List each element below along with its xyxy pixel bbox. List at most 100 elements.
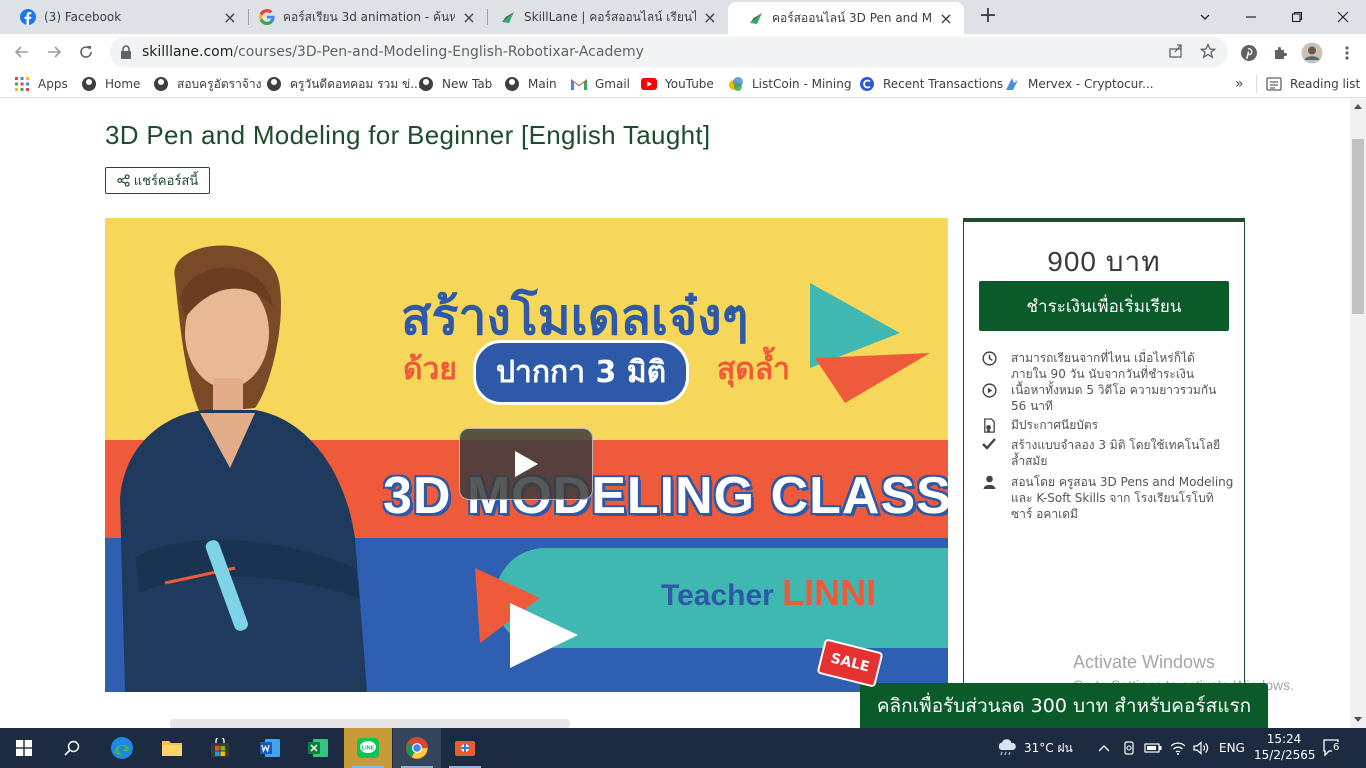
tab-skilllane[interactable]: SkillLane | คอร์สออนไลน์ เรียนได้ทุกที่ … <box>480 0 728 34</box>
taskbar-snipping-tool[interactable] <box>441 728 489 768</box>
close-tab-icon[interactable]: × <box>461 8 477 27</box>
url-path: /courses/3D-Pen-and-Modeling-English-Rob… <box>233 44 644 60</box>
page-scrollbar[interactable] <box>1350 99 1366 728</box>
browser-menu-icon[interactable] <box>1336 42 1358 64</box>
bookmark-listcoin[interactable]: ListCoin - Mining <box>728 75 851 93</box>
bookmark-home[interactable]: Home <box>81 75 140 93</box>
bookmark-label: สอบครูอัตราจ้าง <box>177 76 262 91</box>
bookmark-main[interactable]: Main <box>504 75 557 93</box>
notification-center-button[interactable]: 6 <box>1322 728 1342 768</box>
taskbar-file-explorer[interactable] <box>148 728 196 768</box>
word-icon <box>260 739 280 757</box>
taskbar-edge[interactable] <box>98 728 146 768</box>
forward-icon[interactable] <box>42 40 66 64</box>
weather-widget[interactable]: 31°C ฝน <box>996 728 1073 768</box>
minimize-icon[interactable] <box>1228 0 1274 34</box>
tab-current-course[interactable]: คอร์สออนไลน์ 3D Pen and Modeling × <box>728 2 964 34</box>
address-bar[interactable]: skilllane.com/courses/3D-Pen-and-Modelin… <box>110 37 1228 67</box>
course-price: 900 บาท <box>1047 246 1161 277</box>
feature-text: สร้างแบบจำลอง 3 มิติ โดยใช้เทคโนโลยีล้ำส… <box>1011 438 1221 468</box>
tray-device-icon[interactable] <box>1122 728 1136 768</box>
discount-promo-button[interactable]: คลิกเพื่อรับส่วนลด 300 บาท สำหรับคอร์สแร… <box>860 683 1268 728</box>
close-tab-icon[interactable]: × <box>702 8 718 27</box>
tab-title: คอร์สเรียน 3d animation - ค้นหาด้วย <box>283 9 455 24</box>
tab-title: คอร์สออนไลน์ 3D Pen and Modeling <box>772 10 932 25</box>
scrollbar-thumb[interactable] <box>1352 139 1364 314</box>
reading-list-label: Reading list <box>1290 77 1361 91</box>
new-tab-button[interactable]: + <box>976 4 1000 28</box>
scroll-down-arrow-icon[interactable] <box>1354 717 1362 722</box>
bookmark-youtube[interactable]: YouTube <box>641 75 714 93</box>
mervex-icon <box>1004 76 1020 92</box>
bookmark-label: Apps <box>38 77 68 91</box>
tab-google-search[interactable]: คอร์สเรียน 3d animation - ค้นหาด้วย × <box>239 0 487 34</box>
reload-icon[interactable] <box>74 40 98 64</box>
close-tab-icon[interactable]: × <box>938 9 954 28</box>
taskbar-excel[interactable] <box>294 728 342 768</box>
facebook-icon <box>20 9 36 25</box>
pay-to-start-button[interactable]: ชำระเงินเพื่อเริ่มเรียน <box>979 281 1229 331</box>
scroll-up-arrow-icon[interactable] <box>1354 104 1362 109</box>
feature-item: เนื้อหาทั้งหมด 5 วิดีโอ ความยาวรวมกัน 56… <box>979 382 1234 414</box>
bookmark-new-tab[interactable]: New Tab <box>418 75 492 93</box>
taskbar-word[interactable] <box>246 728 294 768</box>
avatar[interactable] <box>1301 42 1323 64</box>
rain-cloud-icon <box>998 739 1016 756</box>
hero-headline-word: สุดล้ำ <box>717 352 791 387</box>
back-icon[interactable] <box>10 40 34 64</box>
bookmark-label: Mervex - Cryptocur... <box>1028 77 1154 91</box>
tab-search-icon[interactable] <box>1182 0 1228 34</box>
user-icon <box>979 474 999 522</box>
bookmark-gmail[interactable]: Gmail <box>571 75 630 93</box>
course-title: 3D Pen and Modeling for Beginner [Englis… <box>105 120 711 150</box>
pinterest-extension-icon[interactable] <box>1238 42 1260 64</box>
input-language-indicator[interactable]: ENG <box>1219 728 1245 768</box>
bookmark-label: YouTube <box>665 77 714 91</box>
bookmark-label: Recent Transactions <box>883 77 1004 91</box>
hero-headline-pill: ปากกา 3 มิติ <box>473 340 690 405</box>
share-label: แชร์คอร์สนี้ <box>133 174 199 189</box>
play-icon <box>515 451 538 477</box>
volume-icon[interactable] <box>1193 728 1209 768</box>
reading-list-button[interactable]: Reading list <box>1266 75 1360 93</box>
search-button[interactable] <box>48 728 96 768</box>
skilllane-icon <box>748 10 764 26</box>
play-shape-decoration <box>475 568 578 668</box>
restore-icon[interactable] <box>1274 0 1320 34</box>
lock-icon[interactable] <box>120 44 134 60</box>
close-window-icon[interactable] <box>1320 0 1366 34</box>
line-app-icon: LINE <box>357 738 379 758</box>
bookmark-label: ListCoin - Mining <box>752 77 852 91</box>
start-button[interactable] <box>0 728 48 768</box>
bookmark-label: Main <box>528 77 557 91</box>
show-hidden-icons-button[interactable] <box>1098 728 1110 768</box>
windows-taskbar: LINE 31°C ฝน ENG 15:24 15/2/2565 6 <box>0 728 1366 768</box>
apps-grid-icon <box>14 76 30 92</box>
feature-item: สอนโดย ครูสอน 3D Pens and Modeling และ K… <box>979 474 1234 522</box>
reading-list-icon <box>1266 76 1282 92</box>
bookmark-recent-transactions[interactable]: Recent Transactions <box>859 75 1003 93</box>
bookmark-apps[interactable]: Apps <box>14 75 68 93</box>
share-icon <box>117 174 130 187</box>
taskbar-line[interactable]: LINE <box>344 728 392 768</box>
search-icon <box>64 740 80 756</box>
course-video-preview[interactable]: สร้างโมเดลเจ๋งๆ ด้วย ปากกา 3 มิติ สุดล้ำ… <box>105 218 948 692</box>
extensions-icon[interactable] <box>1269 42 1291 64</box>
tab-facebook[interactable]: (3) Facebook × <box>0 0 248 34</box>
bookmark-star-icon[interactable] <box>1198 42 1218 63</box>
close-tab-icon[interactable]: × <box>222 8 238 27</box>
taskbar-store[interactable] <box>196 728 244 768</box>
play-video-button[interactable] <box>459 428 593 500</box>
wifi-icon[interactable] <box>1170 728 1186 768</box>
bookmarks-overflow-button[interactable]: » <box>1235 75 1244 93</box>
taskbar-clock[interactable]: 15:24 15/2/2565 <box>1254 731 1316 763</box>
battery-icon[interactable] <box>1144 728 1162 768</box>
google-icon <box>259 9 275 25</box>
taskbar-chrome[interactable] <box>393 728 441 768</box>
bookmark-kruwandee[interactable]: ครูวันดีดอทคอม รวม ข่... <box>266 75 422 93</box>
share-page-icon[interactable] <box>1166 43 1186 63</box>
gmail-icon <box>571 76 587 92</box>
bookmark-mervex[interactable]: Mervex - Cryptocur... <box>1004 75 1154 93</box>
bookmark-teacher-exam[interactable]: สอบครูอัตราจ้าง <box>153 75 261 93</box>
share-course-button[interactable]: แชร์คอร์สนี้ <box>105 167 210 194</box>
